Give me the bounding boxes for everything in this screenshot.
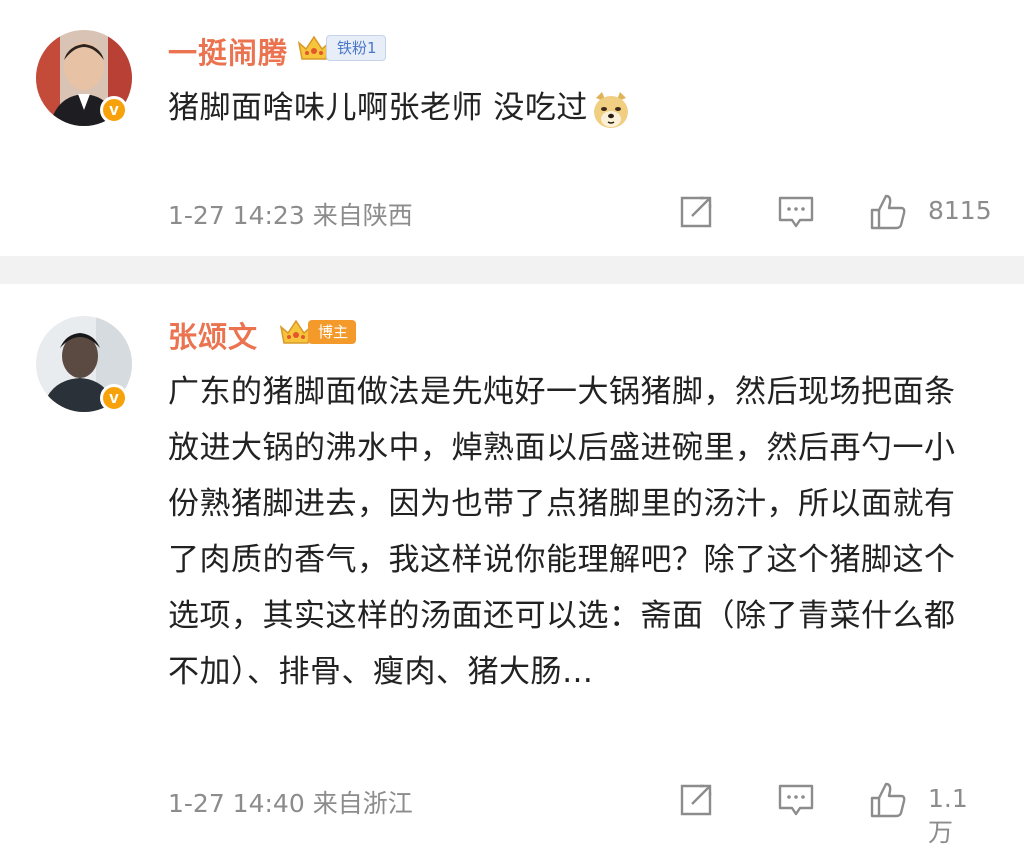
comment-icon[interactable]	[776, 780, 816, 820]
share-icon[interactable]	[676, 780, 716, 820]
comment-text: 广东的猪脚面做法是先炖好一大锅猪脚，然后现场把面条放进大锅的沸水中，焯熟面以后盛…	[168, 374, 956, 690]
badge-label: 铁粉1	[326, 35, 386, 61]
comment-icon[interactable]	[776, 192, 816, 232]
like-count: 1.1万	[928, 784, 968, 847]
comment-text: 猪脚面啥味儿啊张老师 没吃过	[168, 80, 978, 136]
comment-footer: 1-27 14:23 来自陕西 8115	[168, 192, 992, 232]
fan-badge[interactable]: 铁粉1	[296, 34, 386, 62]
comment-divider	[0, 256, 1024, 284]
location: 来自浙江	[312, 789, 413, 818]
location: 来自陕西	[312, 201, 413, 230]
username[interactable]: 一挺闹腾	[168, 30, 288, 72]
verified-badge-icon: v	[100, 384, 128, 412]
doge-emoji-icon	[593, 91, 628, 128]
timestamp: 1-27 14:23	[168, 201, 305, 230]
verified-badge-icon: v	[100, 96, 128, 124]
comment-card: v 一挺闹腾 铁粉1 猪脚面啥味儿啊张老师 没吃过 1-27 14:23 来自陕…	[0, 0, 1024, 256]
comment-body: 猪脚面啥味儿啊张老师 没吃过	[168, 90, 588, 126]
share-icon[interactable]	[676, 192, 716, 232]
timestamp: 1-27 14:40	[168, 789, 305, 818]
like-icon[interactable]	[868, 780, 908, 820]
host-badge[interactable]: 博主	[278, 318, 357, 346]
username[interactable]: 张颂文	[168, 314, 258, 356]
badge-label: 博主	[308, 320, 357, 344]
comment-meta: 1-27 14:40 来自浙江	[168, 784, 413, 820]
like-icon[interactable]	[868, 192, 908, 232]
comment-card: v 张颂文 博主 广东的猪脚面做法是先炖好一大锅猪脚，然后现场把面条放进大锅的沸…	[0, 284, 1024, 847]
like-count: 8115	[928, 196, 992, 225]
comment-footer: 1-27 14:40 来自浙江 1.1万	[168, 780, 992, 847]
comment-meta: 1-27 14:23 来自陕西	[168, 196, 413, 232]
